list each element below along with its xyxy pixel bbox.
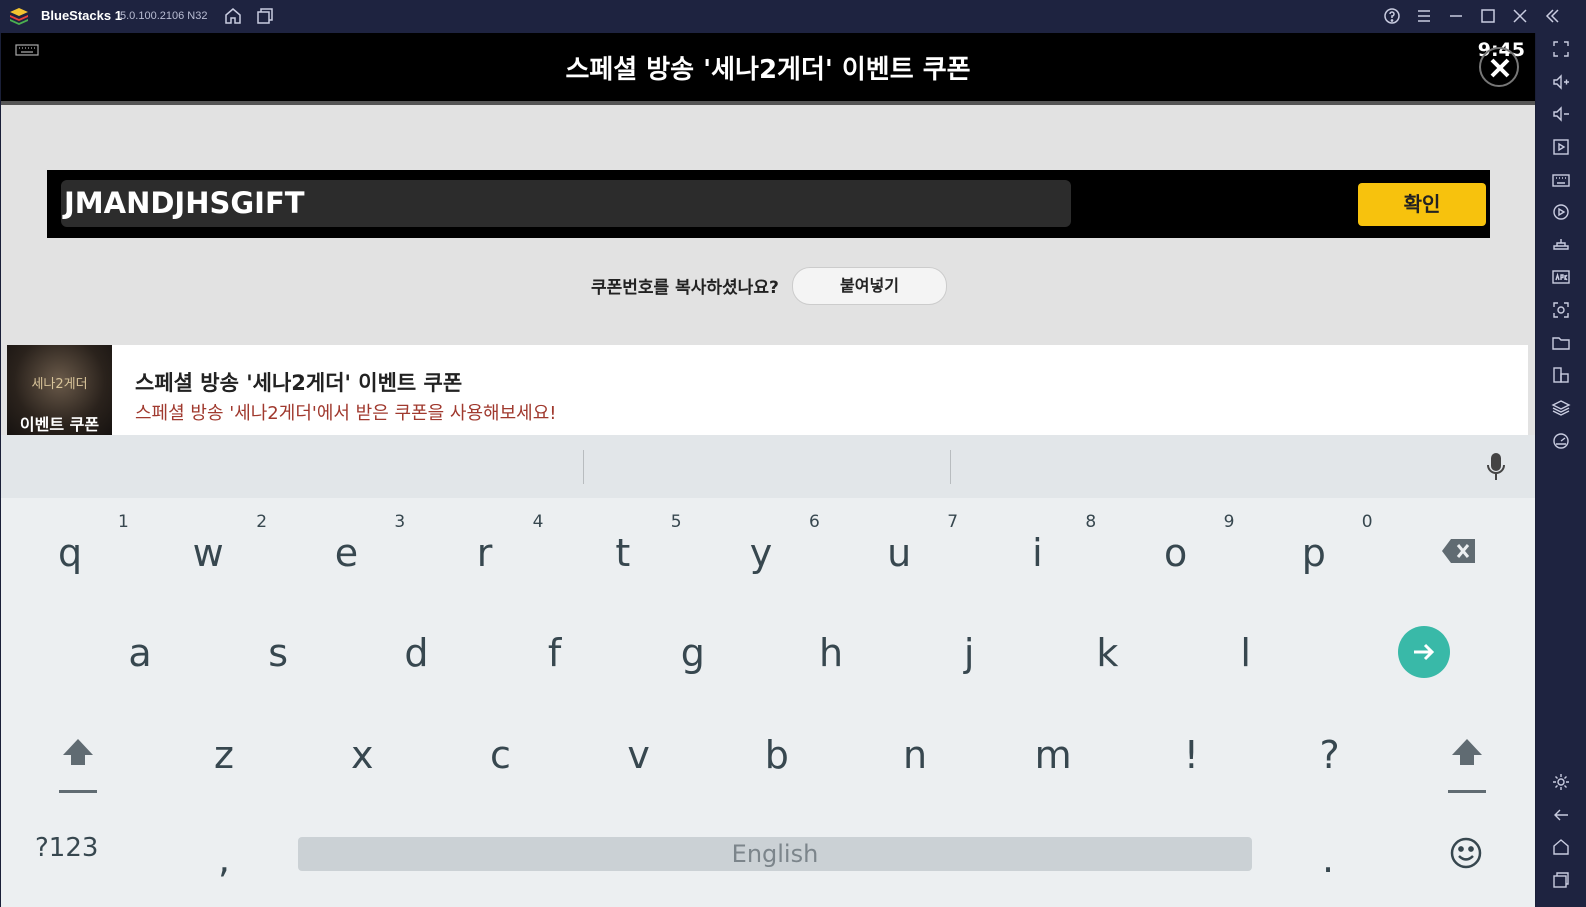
event-thumbnail: 세나2게더 이벤트 쿠폰	[7, 345, 112, 435]
performance-icon[interactable]	[1550, 430, 1572, 452]
collapse-icon[interactable]	[1542, 6, 1562, 26]
key-n[interactable]: n	[870, 715, 960, 795]
period-key[interactable]: .	[1283, 819, 1373, 899]
key-x[interactable]: x	[317, 715, 407, 795]
key-t[interactable]: t	[578, 513, 668, 593]
key-hint: 3	[394, 512, 406, 532]
soft-keyboard: q1 w2 e3 r4 t5 y6 u7 i8 o9 p0 asdfghjkl z x c v b n m!?…	[1, 435, 1535, 907]
backspace-icon[interactable]	[1441, 537, 1477, 565]
paste-button[interactable]: 붙여넣기	[792, 267, 947, 305]
key-hint: 2	[256, 512, 268, 532]
screenshot-icon[interactable]	[1550, 299, 1572, 321]
minimize-icon[interactable]	[1446, 6, 1466, 26]
key-r[interactable]: r	[440, 513, 530, 593]
window-titlebar: BlueStacks 1 5.0.100.2106 N32	[0, 0, 1586, 33]
app-name: BlueStacks 1	[41, 8, 122, 23]
suggestion-divider	[583, 450, 584, 484]
multi-instance-icon[interactable]	[255, 6, 275, 26]
keyboard-controls-icon[interactable]	[1550, 169, 1572, 191]
thumbnail-caption: 이벤트 쿠폰	[19, 415, 100, 434]
suggestion-divider	[950, 450, 951, 484]
symbols-key[interactable]: ?123	[35, 833, 98, 863]
key-o[interactable]: o	[1131, 513, 1221, 593]
key-z[interactable]: z	[179, 715, 269, 795]
close-button[interactable]	[1479, 47, 1519, 87]
key-l[interactable]: l	[1201, 613, 1291, 693]
game-controls-icon[interactable]	[1550, 234, 1572, 256]
apk-install-icon[interactable]	[1550, 266, 1572, 288]
thumbnail-logo-text: 세나2게더	[31, 377, 88, 392]
event-subtitle: 스페셜 방송 '세나2게더'에서 받은 쿠폰을 사용해보세요!	[135, 403, 557, 424]
key-u[interactable]: u	[854, 513, 944, 593]
home-icon[interactable]	[1550, 836, 1572, 858]
emoji-icon[interactable]	[1449, 836, 1483, 870]
key-hint: 1	[118, 512, 129, 532]
key-g[interactable]: g	[648, 613, 738, 693]
key-k[interactable]: k	[1062, 613, 1152, 693]
key-v[interactable]: v	[594, 715, 684, 795]
bluestacks-sidebar	[1536, 33, 1586, 907]
key-exclamation[interactable]: !	[1146, 715, 1236, 795]
key-s[interactable]: s	[233, 613, 323, 693]
key-hint: 0	[1361, 512, 1373, 532]
suggestion-strip	[1, 435, 1535, 498]
key-hint: 4	[532, 512, 544, 532]
key-q[interactable]: q	[25, 513, 115, 593]
help-icon[interactable]	[1382, 6, 1402, 26]
recent-apps-icon[interactable]	[1550, 869, 1572, 891]
menu-icon[interactable]	[1414, 6, 1434, 26]
key-h[interactable]: h	[786, 613, 876, 693]
close-icon[interactable]	[1510, 6, 1530, 26]
key-p[interactable]: p	[1269, 513, 1359, 593]
settings-icon[interactable]	[1550, 771, 1572, 793]
app-version: 5.0.100.2106 N32	[120, 10, 208, 22]
folder-icon[interactable]	[1550, 332, 1572, 354]
media-icon[interactable]	[1550, 136, 1572, 158]
page-title: 스페셜 방송 '세나2게더' 이벤트 쿠폰	[565, 55, 971, 85]
key-d[interactable]: d	[371, 613, 461, 693]
key-hint: 5	[670, 512, 682, 532]
emulator-screen: 스페셜 방송 '세나2게더' 이벤트 쿠폰 9:45 JMANDJHSGIFT …	[1, 33, 1535, 907]
shift-right-icon[interactable]	[1442, 735, 1492, 795]
comma-key[interactable]: ,	[179, 819, 269, 899]
home-icon[interactable]	[223, 6, 243, 26]
mic-icon[interactable]	[1485, 451, 1507, 483]
enter-button[interactable]	[1398, 626, 1450, 678]
key-e[interactable]: e	[301, 513, 391, 593]
macro-icon[interactable]	[1550, 201, 1572, 223]
key-hint: 7	[947, 512, 959, 532]
coupon-input-bar: JMANDJHSGIFT 확인	[47, 170, 1490, 238]
coupon-code-input[interactable]: JMANDJHSGIFT	[61, 180, 1071, 227]
fullscreen-icon[interactable]	[1550, 38, 1572, 60]
key-a[interactable]: a	[95, 613, 185, 693]
back-icon[interactable]	[1550, 804, 1572, 826]
paste-question: 쿠폰번호를 복사하셨나요?	[591, 278, 779, 298]
maximize-icon[interactable]	[1478, 6, 1498, 26]
bluestacks-logo-icon	[9, 7, 29, 25]
volume-down-icon[interactable]	[1550, 103, 1572, 125]
key-question[interactable]: ?	[1285, 715, 1375, 795]
key-b[interactable]: b	[732, 715, 822, 795]
key-j[interactable]: j	[924, 613, 1014, 693]
key-w[interactable]: w	[163, 513, 253, 593]
event-card: 세나2게더 이벤트 쿠폰 스페셜 방송 '세나2게더' 이벤트 쿠폰 스페셜 방…	[7, 345, 1528, 435]
event-title: 스페셜 방송 '세나2게더' 이벤트 쿠폰	[135, 371, 463, 395]
layers-icon[interactable]	[1550, 397, 1572, 419]
header-divider	[1, 101, 1535, 105]
confirm-button[interactable]: 확인	[1358, 183, 1486, 226]
coupon-header: 스페셜 방송 '세나2게더' 이벤트 쿠폰 9:45	[1, 33, 1535, 103]
key-f[interactable]: f	[510, 613, 600, 693]
volume-up-icon[interactable]	[1550, 71, 1572, 93]
key-m[interactable]: m	[1008, 715, 1098, 795]
space-bar[interactable]: English	[298, 837, 1252, 871]
key-i[interactable]: i	[992, 513, 1082, 593]
shift-left-icon[interactable]	[53, 735, 103, 795]
key-c[interactable]: c	[455, 715, 545, 795]
key-y[interactable]: y	[716, 513, 806, 593]
multi-instance-icon[interactable]	[1550, 364, 1572, 386]
key-hint: 6	[809, 512, 820, 532]
key-hint: 8	[1085, 512, 1097, 532]
key-hint: 9	[1223, 512, 1235, 532]
